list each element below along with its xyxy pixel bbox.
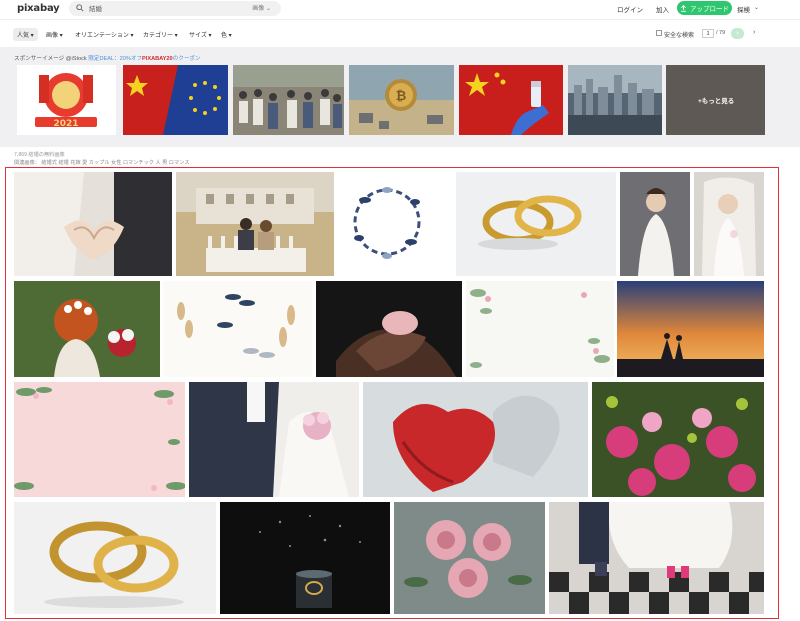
sponsored-image[interactable]	[123, 65, 228, 135]
related-tag[interactable]: 愛	[82, 160, 87, 166]
sponsored-image[interactable]: ₿	[349, 65, 454, 135]
related-tag[interactable]: 結婚	[58, 160, 68, 166]
sponsored-image[interactable]: 2021	[17, 65, 116, 135]
image-result[interactable]	[14, 502, 216, 614]
image-result[interactable]	[363, 382, 588, 497]
image-result[interactable]	[694, 172, 764, 276]
related-tag[interactable]: 結婚式	[41, 160, 57, 166]
search-type-label: 画像	[252, 6, 265, 12]
sponsor-suffix[interactable]: のクーポン	[173, 56, 201, 62]
safe-search-label[interactable]: 安全な検索	[664, 30, 694, 39]
filter-popular[interactable]: 人気 ▾	[13, 28, 38, 41]
filter-label: 人気	[17, 33, 30, 39]
sponsor-prefix: スポンサーイメージ @iStock	[14, 56, 87, 62]
filter-label: サイズ	[189, 33, 207, 39]
search-icon	[76, 4, 84, 12]
next-page-button[interactable]: ›	[731, 28, 744, 39]
coupon-code[interactable]: PIXABAY20	[142, 56, 173, 62]
safe-search-checkbox[interactable]	[656, 30, 662, 36]
filter-label: 色	[221, 33, 228, 39]
related-tag[interactable]: ロマンス	[169, 160, 190, 166]
related-tag[interactable]: ロマンチック	[123, 160, 154, 166]
join-link[interactable]: 加入	[656, 4, 669, 14]
related-tag[interactable]: 女性	[111, 160, 121, 166]
filter-color[interactable]: 色 ▾	[221, 30, 232, 39]
sponsored-image[interactable]	[233, 65, 344, 135]
search-input[interactable]: 結婚	[89, 3, 102, 13]
image-result[interactable]	[14, 172, 172, 276]
image-result[interactable]	[163, 281, 312, 377]
filter-label: 画像	[46, 33, 59, 39]
more-sponsored-button[interactable]: +もっと見る	[666, 65, 765, 135]
image-result[interactable]	[14, 382, 185, 497]
image-result[interactable]	[617, 281, 764, 377]
related-label: 関連画像：	[14, 160, 40, 166]
more-label: +もっと見る	[698, 98, 735, 105]
related-tag[interactable]: 男	[162, 160, 167, 166]
image-result[interactable]	[456, 172, 616, 276]
results-count: 7,869 結婚の無料画像	[14, 152, 65, 158]
image-result[interactable]	[189, 382, 359, 497]
filter-category[interactable]: カテゴリー ▾	[143, 30, 178, 39]
page-number-input[interactable]: 1	[702, 29, 714, 38]
svg-text:2021: 2021	[53, 119, 78, 129]
chevron-down-icon: ⌄	[265, 6, 271, 12]
image-result[interactable]	[620, 172, 690, 276]
image-result[interactable]	[176, 172, 334, 276]
top-header: pixabay 結婚 画像 ⌄ ログイン 加入 アップロード 探検 ⌄	[0, 0, 800, 20]
sponsored-image[interactable]	[459, 65, 563, 135]
search-type-select[interactable]: 画像 ⌄	[252, 3, 271, 12]
filter-bar: 人気 ▾ 画像 ▾ オリエンテーション ▾ カテゴリー ▾ サイズ ▾ 色 ▾ …	[0, 22, 800, 46]
related-tag[interactable]: カップル	[89, 160, 110, 166]
image-result[interactable]	[14, 281, 160, 377]
filter-images[interactable]: 画像 ▾	[46, 30, 63, 39]
image-result[interactable]	[466, 281, 614, 377]
upload-label: アップロード	[690, 6, 729, 13]
image-result[interactable]	[394, 502, 545, 614]
explore-menu[interactable]: 探検	[737, 4, 750, 14]
image-result[interactable]	[549, 502, 764, 614]
related-tag[interactable]: 花嫁	[70, 160, 80, 166]
image-result[interactable]	[316, 281, 462, 377]
upload-button[interactable]: アップロード	[677, 1, 732, 15]
related-tag[interactable]: 人	[155, 160, 160, 166]
image-result[interactable]	[335, 172, 448, 276]
sponsor-deal-link[interactable]: 限定DEAL：20%オフ	[88, 56, 142, 62]
upload-icon	[681, 4, 686, 12]
filter-orientation[interactable]: オリエンテーション ▾	[75, 30, 134, 39]
pixabay-logo[interactable]: pixabay	[17, 3, 60, 14]
filter-size[interactable]: サイズ ▾	[189, 30, 212, 39]
search-bar[interactable]: 結婚 画像 ⌄	[69, 1, 281, 16]
filter-label: オリエンテーション	[75, 33, 129, 39]
svg-text:₿: ₿	[396, 89, 407, 104]
sponsor-banner-text: スポンサーイメージ @iStock 限定DEAL：20%オフPIXABAY20の…	[14, 54, 201, 62]
arrow-right-icon[interactable]: ›	[753, 29, 755, 36]
image-result[interactable]	[592, 382, 764, 497]
login-link[interactable]: ログイン	[617, 4, 643, 14]
sponsored-image[interactable]	[568, 65, 662, 135]
filter-label: カテゴリー	[143, 33, 174, 39]
image-result[interactable]	[220, 502, 390, 614]
page-total: / 79	[716, 30, 726, 36]
sponsored-section: スポンサーイメージ @iStock 限定DEAL：20%オフPIXABAY20の…	[0, 47, 800, 147]
related-tags: 関連画像： 結婚式 結婚 花嫁 愛 カップル 女性 ロマンチック 人 男 ロマン…	[14, 159, 189, 166]
chevron-down-icon[interactable]: ⌄	[754, 4, 759, 11]
